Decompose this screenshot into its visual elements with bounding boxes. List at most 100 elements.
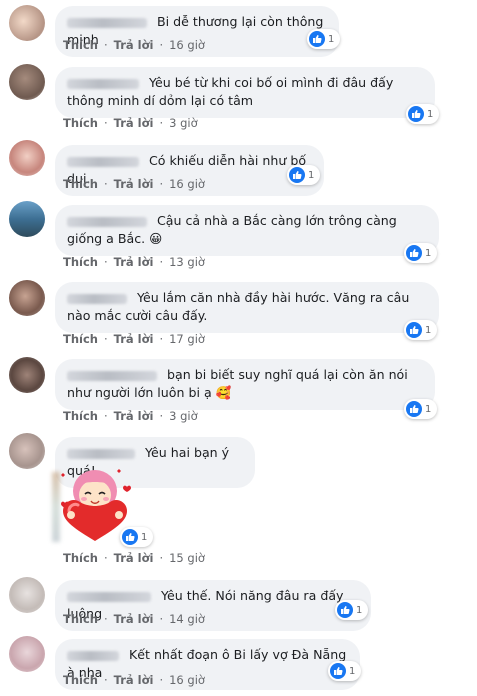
like-button[interactable]: Thích bbox=[63, 116, 98, 130]
separator: · bbox=[103, 332, 108, 346]
timestamp[interactable]: 16 giờ bbox=[169, 38, 205, 52]
reply-button[interactable]: Trả lời bbox=[114, 673, 154, 687]
commenter-name[interactable] bbox=[67, 216, 147, 227]
avatar[interactable] bbox=[9, 636, 45, 672]
like-button[interactable]: Thích bbox=[63, 409, 98, 423]
separator: · bbox=[159, 409, 164, 423]
timestamp[interactable]: 16 giờ bbox=[169, 673, 205, 687]
reaction-count[interactable]: 1 bbox=[328, 661, 362, 681]
separator: · bbox=[103, 612, 108, 626]
comment-bubble: Yêu bé từ khi coi bố oi mình đi đâu đấy … bbox=[55, 67, 435, 118]
comment-bubble: Yêu lắm căn nhà đầy hài hước. Văng ra câ… bbox=[55, 282, 439, 333]
separator: · bbox=[159, 612, 164, 626]
reaction-count[interactable]: 1 bbox=[404, 320, 438, 340]
like-reaction-icon bbox=[330, 663, 346, 679]
timestamp[interactable]: 3 giờ bbox=[169, 409, 198, 423]
like-reaction-icon bbox=[408, 106, 424, 122]
timestamp[interactable]: 13 giờ bbox=[169, 255, 205, 269]
separator: · bbox=[159, 551, 164, 565]
comment-actions: Thích · Trả lời · 3 giờ bbox=[63, 408, 198, 424]
reaction-count[interactable]: 1 bbox=[335, 600, 369, 620]
commenter-name[interactable] bbox=[67, 78, 139, 89]
reaction-number: 1 bbox=[349, 665, 356, 677]
like-button[interactable]: Thích bbox=[63, 38, 98, 52]
separator: · bbox=[103, 409, 108, 423]
commenter-name[interactable] bbox=[67, 650, 119, 661]
timestamp[interactable]: 14 giờ bbox=[169, 612, 205, 626]
reaction-number: 1 bbox=[425, 403, 432, 415]
avatar[interactable] bbox=[9, 140, 45, 176]
commenter-name[interactable] bbox=[67, 156, 139, 167]
avatar[interactable] bbox=[9, 201, 45, 237]
avatar[interactable] bbox=[9, 5, 45, 41]
reaction-count[interactable]: 1 bbox=[120, 527, 154, 547]
timestamp[interactable]: 16 giờ bbox=[169, 177, 205, 191]
commenter-name[interactable] bbox=[67, 17, 147, 28]
like-reaction-icon bbox=[122, 529, 138, 545]
separator: · bbox=[103, 673, 108, 687]
commenter-name[interactable] bbox=[67, 591, 151, 602]
comment-actions: Thích · Trả lời · 16 giờ bbox=[63, 672, 205, 688]
like-button[interactable]: Thích bbox=[63, 612, 98, 626]
comment-actions: Thích · Trả lời · 17 giờ bbox=[63, 331, 205, 347]
timestamp[interactable]: 3 giờ bbox=[169, 116, 198, 130]
separator: · bbox=[103, 116, 108, 130]
reply-button[interactable]: Trả lời bbox=[114, 409, 154, 423]
commenter-name[interactable] bbox=[67, 293, 127, 304]
reply-button[interactable]: Trả lời bbox=[114, 177, 154, 191]
reply-button[interactable]: Trả lời bbox=[114, 116, 154, 130]
like-reaction-icon bbox=[406, 322, 422, 338]
separator: · bbox=[159, 332, 164, 346]
like-reaction-icon bbox=[337, 602, 353, 618]
avatar[interactable] bbox=[9, 280, 45, 316]
like-button[interactable]: Thích bbox=[63, 255, 98, 269]
reply-button[interactable]: Trả lời bbox=[114, 551, 154, 565]
separator: · bbox=[103, 255, 108, 269]
reply-button[interactable]: Trả lời bbox=[114, 38, 154, 52]
like-reaction-icon bbox=[289, 167, 305, 183]
like-reaction-icon bbox=[309, 31, 325, 47]
comment-actions: Thích · Trả lời · 13 giờ bbox=[63, 254, 205, 270]
reaction-count[interactable]: 1 bbox=[307, 29, 341, 49]
reaction-number: 1 bbox=[425, 247, 432, 259]
reply-button[interactable]: Trả lời bbox=[114, 332, 154, 346]
like-button[interactable]: Thích bbox=[63, 332, 98, 346]
reply-button[interactable]: Trả lời bbox=[114, 255, 154, 269]
avatar[interactable] bbox=[9, 64, 45, 100]
reaction-number: 1 bbox=[425, 324, 432, 336]
like-button[interactable]: Thích bbox=[63, 177, 98, 191]
separator: · bbox=[159, 116, 164, 130]
separator: · bbox=[103, 38, 108, 52]
timestamp[interactable]: 15 giờ bbox=[169, 551, 205, 565]
comment-actions: Thích · Trả lời · 16 giờ bbox=[63, 176, 205, 192]
like-button[interactable]: Thích bbox=[63, 673, 98, 687]
commenter-name[interactable] bbox=[67, 448, 135, 459]
reaction-count[interactable]: 1 bbox=[287, 165, 321, 185]
like-reaction-icon bbox=[406, 245, 422, 261]
comment-bubble: Cậu cả nhà a Bắc càng lớn trông càng giố… bbox=[55, 205, 439, 256]
separator: · bbox=[103, 551, 108, 565]
reaction-number: 1 bbox=[308, 169, 315, 181]
timestamp[interactable]: 17 giờ bbox=[169, 332, 205, 346]
comment-actions: Thích · Trả lời · 14 giờ bbox=[63, 611, 205, 627]
reaction-number: 1 bbox=[427, 108, 434, 120]
like-button[interactable]: Thích bbox=[63, 551, 98, 565]
reply-button[interactable]: Trả lời bbox=[114, 612, 154, 626]
comment-actions: Thích · Trả lời · 16 giờ bbox=[63, 37, 205, 53]
avatar[interactable] bbox=[9, 357, 45, 393]
avatar[interactable] bbox=[9, 433, 45, 469]
reaction-count[interactable]: 1 bbox=[404, 243, 438, 263]
separator: · bbox=[103, 177, 108, 191]
comment-actions: Thích · Trả lời · 15 giờ bbox=[63, 550, 205, 566]
separator: · bbox=[159, 255, 164, 269]
separator: · bbox=[159, 673, 164, 687]
separator: · bbox=[159, 177, 164, 191]
commenter-name[interactable] bbox=[67, 370, 157, 381]
avatar[interactable] bbox=[9, 577, 45, 613]
reaction-number: 1 bbox=[141, 531, 148, 543]
reaction-count[interactable]: 1 bbox=[404, 399, 438, 419]
reaction-count[interactable]: 1 bbox=[406, 104, 440, 124]
reaction-number: 1 bbox=[328, 33, 335, 45]
comment-actions: Thích · Trả lời · 3 giờ bbox=[63, 115, 198, 131]
reaction-number: 1 bbox=[356, 604, 363, 616]
